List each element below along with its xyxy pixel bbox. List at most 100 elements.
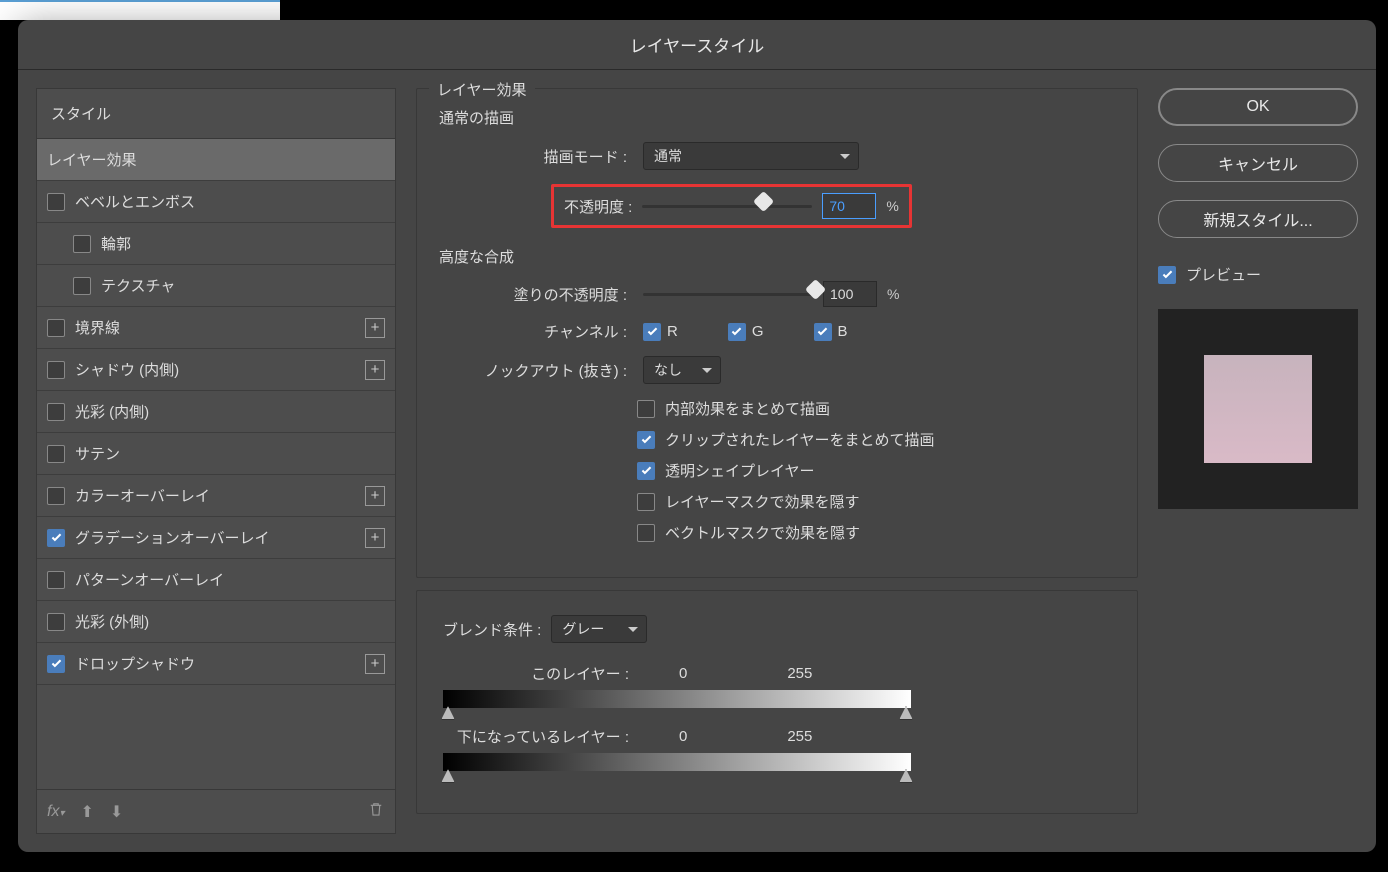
adv-option-0[interactable]: 内部効果をまとめて描画 xyxy=(637,398,1115,419)
style-item-label: レイヤー効果 xyxy=(47,149,137,170)
new-style-button[interactable]: 新規スタイル... xyxy=(1158,200,1358,238)
style-checkbox[interactable] xyxy=(47,613,65,631)
style-item-4[interactable]: 境界線 + xyxy=(37,307,395,349)
style-checkbox[interactable] xyxy=(73,277,91,295)
dialog-title: レイヤースタイル xyxy=(18,20,1376,70)
style-checkbox[interactable] xyxy=(47,361,65,379)
style-item-label: テクスチャ xyxy=(101,275,175,296)
this-layer-label: このレイヤー : xyxy=(439,663,629,684)
style-item-12[interactable]: ドロップシャドウ + xyxy=(37,643,395,685)
style-item-3[interactable]: テクスチャ xyxy=(37,265,395,307)
style-item-label: サテン xyxy=(75,443,120,464)
knockout-label: ノックアウト (抜き) : xyxy=(439,360,627,381)
style-checkbox[interactable] xyxy=(47,193,65,211)
preview-swatch xyxy=(1204,355,1312,463)
percent-label: % xyxy=(887,286,899,302)
this-layer-blend-bar[interactable] xyxy=(443,690,911,708)
style-list: レイヤー効果ベベルとエンボス輪郭テクスチャ境界線 + シャドウ (内側) + 光彩 (内… xyxy=(37,139,395,789)
style-item-label: 光彩 (内側) xyxy=(75,401,149,422)
opacity-label: 不透明度 : xyxy=(564,196,632,217)
style-item-9[interactable]: グラデーションオーバーレイ + xyxy=(37,517,395,559)
styles-sidebar: スタイル レイヤー効果ベベルとエンボス輪郭テクスチャ境界線 + シャドウ (内側) +… xyxy=(36,88,396,834)
adv-checkbox[interactable] xyxy=(637,400,655,418)
normal-blending-title: 通常の描画 xyxy=(439,107,1115,128)
adv-option-4[interactable]: ベクトルマスクで効果を隠す xyxy=(637,522,1115,543)
this-low: 0 xyxy=(679,665,687,682)
layer-style-dialog: レイヤースタイル スタイル レイヤー効果ベベルとエンボス輪郭テクスチャ境界線+シ… xyxy=(18,20,1376,852)
adv-checkbox[interactable] xyxy=(637,462,655,480)
blend-mode-dropdown[interactable]: 通常 xyxy=(643,142,859,170)
style-item-label: シャドウ (内側) xyxy=(75,359,179,380)
preview-label: プレビュー xyxy=(1186,264,1261,285)
style-item-label: ベベルとエンボス xyxy=(75,191,195,212)
opacity-highlight: 不透明度 : % xyxy=(551,184,912,228)
style-item-label: 輪郭 xyxy=(101,233,131,254)
adv-option-label: レイヤーマスクで効果を隠す xyxy=(665,491,860,512)
ok-button[interactable]: OK xyxy=(1158,88,1358,126)
style-item-0[interactable]: レイヤー効果 xyxy=(37,139,395,181)
sidebar-header: スタイル xyxy=(37,89,395,139)
style-item-label: 境界線 xyxy=(75,317,120,338)
under-high: 255 xyxy=(787,728,812,745)
knockout-dropdown[interactable]: なし xyxy=(643,356,721,384)
under-layer-label: 下になっているレイヤー : xyxy=(439,726,629,747)
opacity-slider[interactable] xyxy=(642,197,812,215)
adv-option-2[interactable]: 透明シェイプレイヤー xyxy=(637,460,1115,481)
style-checkbox[interactable] xyxy=(47,403,65,421)
blendif-dropdown[interactable]: グレー xyxy=(551,615,647,643)
fill-opacity-input[interactable] xyxy=(823,281,877,307)
under-layer-blend-bar[interactable] xyxy=(443,753,911,771)
adv-checkbox[interactable] xyxy=(637,524,655,542)
adv-checkbox[interactable] xyxy=(637,493,655,511)
style-item-1[interactable]: ベベルとエンボス xyxy=(37,181,395,223)
style-item-label: グラデーションオーバーレイ xyxy=(75,527,270,548)
style-checkbox[interactable] xyxy=(73,235,91,253)
channel-r-checkbox[interactable]: R xyxy=(643,323,678,341)
adv-option-1[interactable]: クリップされたレイヤーをまとめて描画 xyxy=(637,429,1115,450)
style-checkbox[interactable] xyxy=(47,319,65,337)
style-item-label: 光彩 (外側) xyxy=(75,611,149,632)
cancel-button[interactable]: キャンセル xyxy=(1158,144,1358,182)
style-checkbox[interactable] xyxy=(47,487,65,505)
style-item-label: カラーオーバーレイ xyxy=(75,485,210,506)
add-effect-icon[interactable]: + xyxy=(365,528,385,548)
style-item-label: ドロップシャドウ xyxy=(75,653,195,674)
options-panel: レイヤー効果 通常の描画 描画モード : 通常 不透明度 : % xyxy=(416,88,1138,834)
style-checkbox[interactable] xyxy=(47,529,65,547)
style-item-11[interactable]: 光彩 (外側) xyxy=(37,601,395,643)
style-checkbox[interactable] xyxy=(47,655,65,673)
adv-option-label: 透明シェイプレイヤー xyxy=(665,460,815,481)
move-down-icon[interactable]: ⬇ xyxy=(110,802,123,822)
style-item-5[interactable]: シャドウ (内側) + xyxy=(37,349,395,391)
this-high: 255 xyxy=(787,665,812,682)
action-buttons-panel: OK キャンセル 新規スタイル... プレビュー xyxy=(1158,88,1358,834)
style-item-7[interactable]: サテン xyxy=(37,433,395,475)
style-item-label: パターンオーバーレイ xyxy=(75,569,224,590)
blend-if-group: ブレンド条件 : グレー このレイヤー : 0255 下になっているレイヤー :… xyxy=(416,590,1138,814)
style-item-6[interactable]: 光彩 (内側) xyxy=(37,391,395,433)
style-item-8[interactable]: カラーオーバーレイ + xyxy=(37,475,395,517)
adv-checkbox[interactable] xyxy=(637,431,655,449)
move-up-icon[interactable]: ⬆ xyxy=(80,802,93,822)
add-effect-icon[interactable]: + xyxy=(365,360,385,380)
adv-option-label: クリップされたレイヤーをまとめて描画 xyxy=(665,429,935,450)
style-checkbox[interactable] xyxy=(47,571,65,589)
add-effect-icon[interactable]: + xyxy=(365,486,385,506)
add-effect-icon[interactable]: + xyxy=(365,318,385,338)
fill-opacity-label: 塗りの不透明度 : xyxy=(439,284,627,305)
adv-option-3[interactable]: レイヤーマスクで効果を隠す xyxy=(637,491,1115,512)
fx-menu-icon[interactable]: fx▾ xyxy=(47,803,64,821)
trash-icon[interactable] xyxy=(367,800,385,823)
fill-opacity-slider[interactable] xyxy=(643,285,813,303)
channel-b-checkbox[interactable]: B xyxy=(814,323,848,341)
adv-option-label: 内部効果をまとめて描画 xyxy=(665,398,830,419)
style-item-2[interactable]: 輪郭 xyxy=(37,223,395,265)
preview-checkbox[interactable] xyxy=(1158,266,1176,284)
document-canvas-edge xyxy=(0,0,280,20)
add-effect-icon[interactable]: + xyxy=(365,654,385,674)
group-title-effects: レイヤー効果 xyxy=(429,79,535,100)
style-checkbox[interactable] xyxy=(47,445,65,463)
channel-g-checkbox[interactable]: G xyxy=(728,323,764,341)
opacity-input[interactable] xyxy=(822,193,876,219)
style-item-10[interactable]: パターンオーバーレイ xyxy=(37,559,395,601)
